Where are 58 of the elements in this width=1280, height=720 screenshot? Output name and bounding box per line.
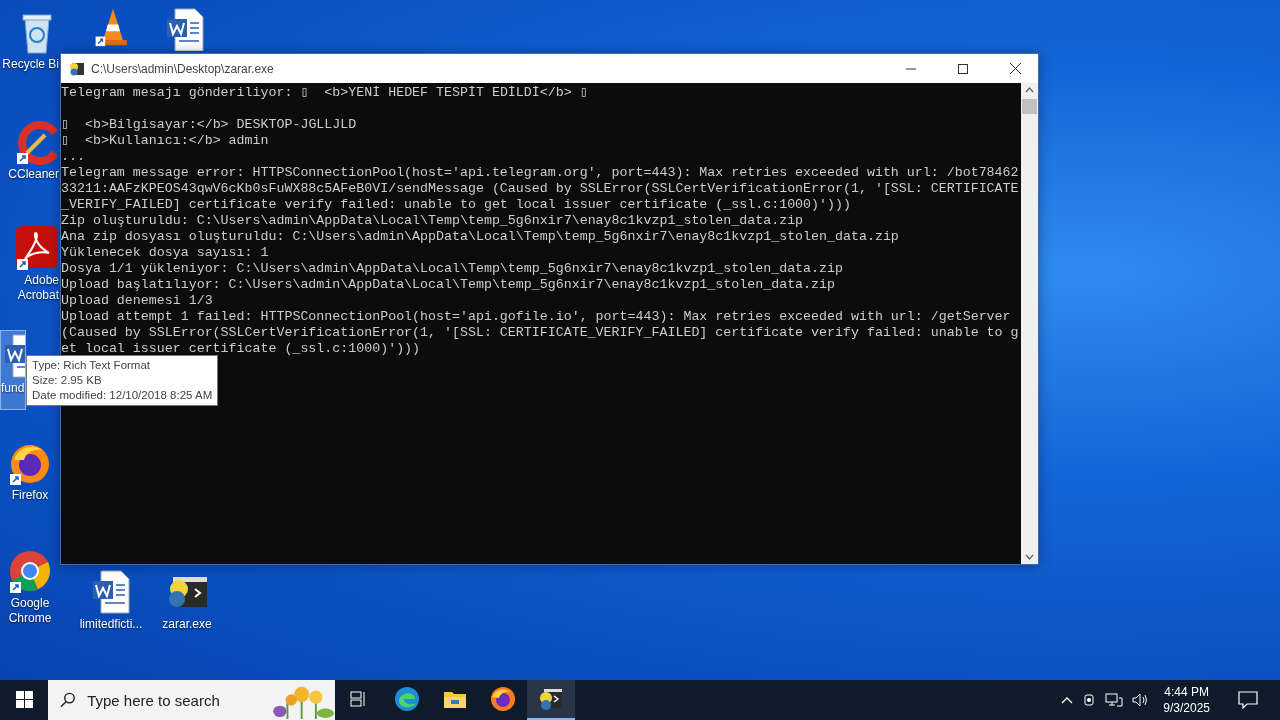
console-line: Telegram message error: HTTPSConnectionPool(host='api.telegram.org', port=443): Max retries exceeded with url: /bot78462 bbox=[61, 165, 1019, 181]
icon-label: limitedficti... bbox=[79, 617, 143, 632]
icon-label: fund bbox=[1, 381, 25, 396]
console-line: Yüklenecek dosya sayısı: 1 bbox=[61, 245, 269, 261]
icon-label: Google Chrome bbox=[7, 596, 53, 626]
acrobat-icon bbox=[15, 225, 59, 271]
chrome-icon bbox=[8, 548, 52, 594]
speaker-icon[interactable] bbox=[1131, 692, 1150, 708]
window-title: C:\Users\admin\Desktop\zarar.exe bbox=[91, 61, 275, 76]
taskbar-app[interactable] bbox=[527, 680, 575, 720]
clock-date: 9/3/2025 bbox=[1163, 700, 1210, 716]
tooltip-text: Type: Rich Text Format bbox=[32, 358, 152, 373]
desktop-icon[interactable]: limitedficti... bbox=[76, 566, 146, 637]
icon-label: Firefox bbox=[11, 488, 49, 503]
broom-icon bbox=[15, 119, 59, 165]
maximize-icon bbox=[958, 63, 968, 74]
desktop-icon[interactable]: Adobe Acrobat bbox=[0, 222, 60, 308]
console-line: _VERIFY_FAILED] certificate verify failed: unable to get local issuer certificate (_ssl.c:1000)'))) bbox=[61, 197, 851, 213]
clock-time: 4:44 PM bbox=[1164, 684, 1209, 700]
console-line: ▯ <b>Bilgisayar:</b> DESKTOP-JGLLJLD bbox=[61, 117, 357, 133]
scroll-thumb[interactable] bbox=[1022, 99, 1037, 114]
tooltip-text: Date modified: 12/10/2018 8:25 AM bbox=[32, 388, 213, 403]
clock[interactable]: 4:44 PM 9/3/2025 bbox=[1157, 684, 1216, 716]
close-icon bbox=[1009, 63, 1021, 74]
console-line: Ana zip dosyası oluşturuldu: C:\Users\admin\AppData\Local\Temp\temp_5g6nxir7\enay8c1kvzp1_stolen_data.zip bbox=[61, 229, 899, 245]
tooltip-text: Size: 2.95 KB bbox=[32, 373, 103, 388]
console-line: Upload denemesi 1/3 bbox=[61, 293, 213, 309]
icon-label: zarar.exe bbox=[162, 617, 212, 632]
edge-icon bbox=[394, 686, 420, 712]
console-line: ▯ <b>Kullanıcı:</b> admin bbox=[61, 133, 269, 149]
network-icon[interactable] bbox=[1105, 692, 1124, 708]
search-bar[interactable]: Type here to search bbox=[48, 680, 335, 720]
console-line: Upload attempt 1 failed: HTTPSConnectionPool(host='api.gofile.io', port=443): Max retries exceeded with url: /getServer bbox=[61, 309, 1011, 325]
console-line: ... bbox=[61, 149, 85, 165]
desktop-icon[interactable]: CCleaner bbox=[0, 116, 60, 187]
console-line: Upload başlatılıyor: C:\Users\admin\AppData\Local\Temp\temp_5g6nxir7\enay8c1kvzp1_stolen_data.zip bbox=[61, 277, 835, 293]
python-app-icon bbox=[69, 60, 85, 77]
desktop-icon[interactable]: Recycle Bi bbox=[0, 6, 60, 77]
python-app-icon bbox=[538, 686, 564, 712]
desktop-icon[interactable]: Firefox bbox=[0, 437, 60, 508]
console-line: 33211:AAFzKPEOS43qwV6cKb0sFuWX88c5AFeB0VI/sendMessage (Caused by SSLError(SSLCertVerificationError(1, '[SSL: CERTIFICATE bbox=[61, 181, 1019, 197]
desktop-icon[interactable]: zarar.exe bbox=[150, 566, 224, 637]
console-line: Telegram mesajı gönderiliyor: ▯ <b>YENİ HEDEF TESPİT EDİLDİ</b> ▯ bbox=[61, 85, 588, 101]
icon-label: CCleaner bbox=[8, 167, 59, 182]
console-line: Dosya 1/1 yükleniyor: C:\Users\admin\AppData\Local\Temp\temp_5g6nxir7\enay8c1kvzp1_stolen_data.zip bbox=[61, 261, 843, 277]
icon-label: Adobe Acrobat bbox=[16, 273, 59, 303]
desktop-icon[interactable]: Google Chrome bbox=[0, 545, 60, 631]
windows-icon bbox=[15, 690, 33, 708]
notification-icon[interactable] bbox=[1238, 691, 1258, 709]
firefox-icon bbox=[490, 686, 516, 712]
console-line: et local issuer certificate (_ssl.c:1000)'))) bbox=[61, 341, 421, 357]
console-line: Zip oluşturuldu: C:\Users\admin\AppData\Local\Temp\temp_5g6nxir7\enay8c1kvzp1_stolen_data.zip bbox=[61, 213, 804, 229]
search-icon bbox=[60, 692, 76, 708]
console-line: (Caused by SSLError(SSLCertVerificationError(1, '[SSL: CERTIFICATE_VERIFY_FAILED] certificate verify failed: unable to g bbox=[61, 325, 1019, 341]
scrollbar[interactable] bbox=[1021, 83, 1038, 564]
icon-label: Recycle Bi bbox=[2, 57, 59, 72]
caret-icon[interactable] bbox=[1061, 696, 1074, 704]
search-field[interactable]: Type here to search bbox=[85, 690, 250, 710]
